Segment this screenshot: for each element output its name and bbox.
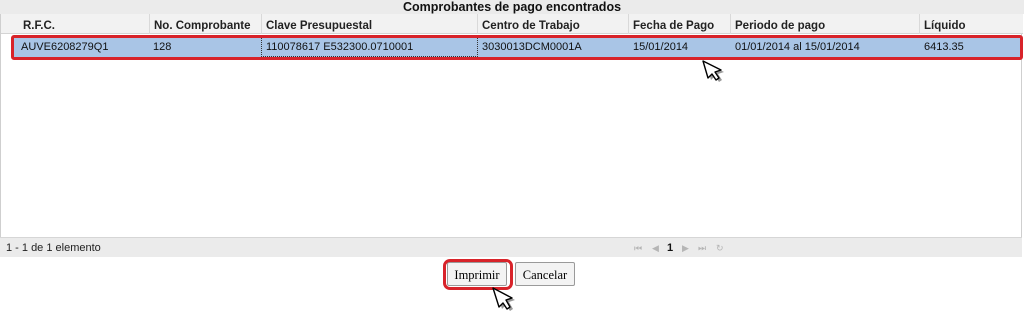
first-page-icon[interactable]: ⏮ (634, 238, 642, 258)
column-header-fecha[interactable]: Fecha de Pago (628, 14, 730, 34)
pagination-info: 1 - 1 de 1 elemento (6, 242, 101, 254)
next-page-icon[interactable]: ▶ (682, 238, 689, 258)
column-header-rfc[interactable]: R.F.C. (1, 14, 149, 34)
last-page-icon[interactable]: ⏭ (698, 238, 706, 258)
column-header-clave[interactable]: Clave Presupuestal (261, 14, 477, 34)
column-header-comprobante[interactable]: No. Comprobante (149, 14, 261, 34)
refresh-icon[interactable]: ↻ (716, 238, 724, 258)
cell-comprobante: 128 (153, 41, 172, 53)
cell-rfc: AUVE6208279Q1 (21, 41, 109, 53)
column-header-liquido[interactable]: Líquido (919, 14, 1023, 34)
mouse-pointer-icon (702, 60, 724, 82)
cell-liquido: 6413.35 (924, 41, 964, 53)
cell-clave: 110078617 E532300.0710001 (261, 37, 478, 57)
results-grid: R.F.C. No. Comprobante Clave Presupuesta… (0, 14, 1023, 254)
prev-page-icon[interactable]: ◀ (652, 238, 659, 258)
current-page[interactable]: 1 (667, 238, 673, 258)
print-button[interactable]: Imprimir (447, 262, 507, 286)
cell-centro: 3030013DCM0001A (482, 41, 582, 53)
table-row[interactable]: AUVE6208279Q1 128 110078617 E532300.0710… (14, 37, 1020, 57)
grid-header: R.F.C. No. Comprobante Clave Presupuesta… (1, 14, 1023, 34)
grid-title: Comprobantes de pago encontrados (0, 0, 1024, 14)
cancel-button[interactable]: Cancelar (515, 262, 575, 286)
cell-periodo: 01/01/2014 al 15/01/2014 (735, 41, 860, 53)
column-header-centro[interactable]: Centro de Trabajo (477, 14, 628, 34)
mouse-pointer-icon (492, 287, 515, 311)
grid-footer: 1 - 1 de 1 elemento ⏮ ◀ 1 ▶ ⏭ ↻ (0, 237, 1022, 257)
column-header-periodo[interactable]: Periodo de pago (730, 14, 919, 34)
cell-fecha: 15/01/2014 (633, 41, 689, 53)
